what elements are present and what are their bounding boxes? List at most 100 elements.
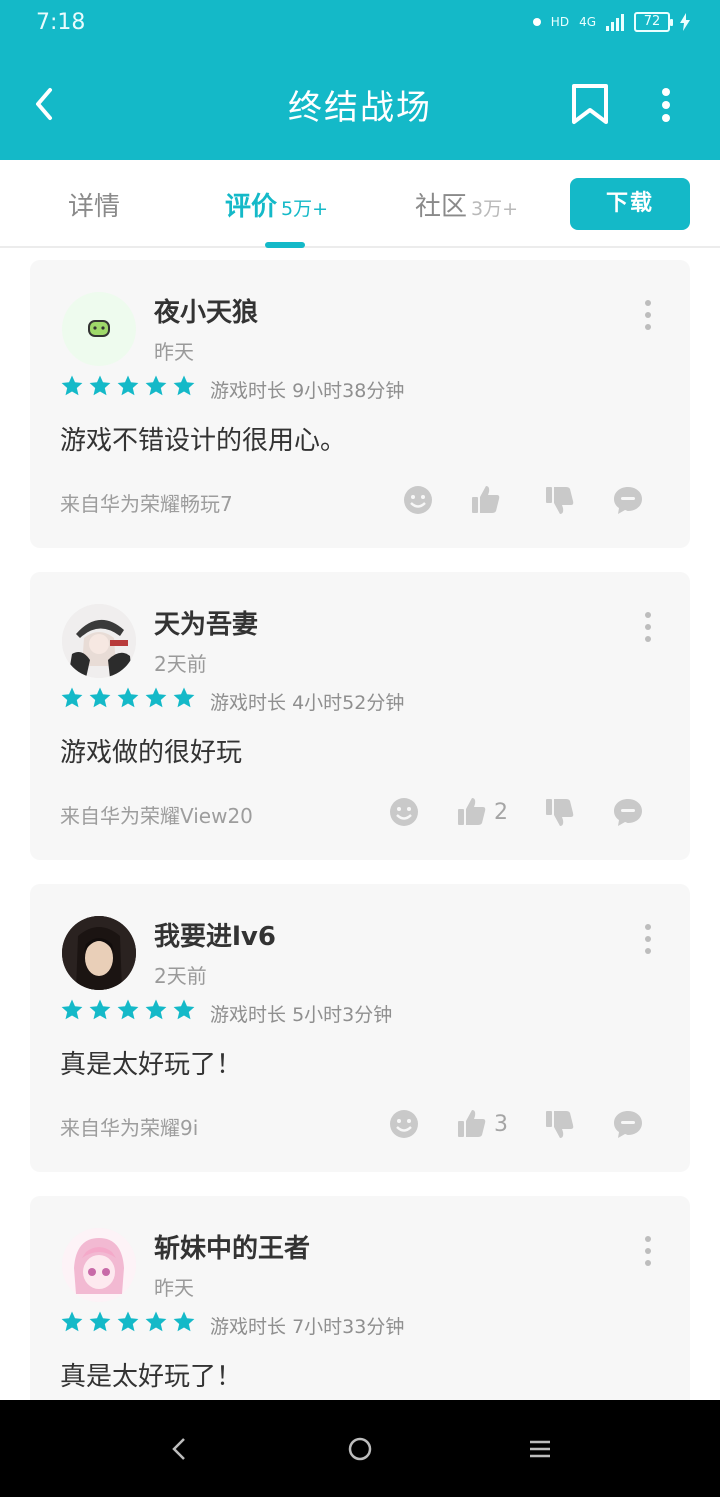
star-icon: [61, 999, 83, 1020]
react-button[interactable]: [388, 796, 420, 828]
signal-icon: [606, 13, 624, 31]
dislike-button[interactable]: [544, 796, 576, 828]
tab-reviews[interactable]: 评价 5万+: [225, 186, 328, 223]
star-icon: [173, 375, 195, 396]
playtime: 游戏时长 5小时3分钟: [210, 1000, 392, 1027]
avatar[interactable]: [62, 604, 136, 678]
username[interactable]: 我要进lv6: [154, 916, 276, 953]
playtime: 游戏时长 9小时38分钟: [210, 376, 404, 403]
comment-button[interactable]: [612, 796, 644, 828]
device-label: 来自华为荣耀畅玩7: [60, 492, 233, 516]
hd-label: HD: [550, 15, 570, 29]
like-button[interactable]: 2: [456, 796, 508, 828]
like-button[interactable]: [470, 484, 508, 516]
emoji-icon: [404, 486, 432, 514]
like-button[interactable]: 3: [456, 1108, 508, 1140]
username[interactable]: 天为吾妻: [154, 604, 258, 641]
avatar[interactable]: [62, 916, 136, 990]
star-icon: [89, 375, 111, 396]
dislike-button[interactable]: [544, 1108, 576, 1140]
tab-details[interactable]: 详情: [68, 186, 120, 223]
playtime-label: 游戏时长: [210, 1316, 287, 1338]
review-date: 昨天: [154, 340, 194, 364]
star-rating: [60, 686, 196, 710]
notification-dot-icon: [532, 18, 541, 26]
review-content: 游戏不错设计的很用心。: [60, 426, 347, 456]
react-button[interactable]: [402, 484, 434, 516]
thumb-up-icon: [458, 1110, 486, 1137]
playtime-value: 5小时3分钟: [292, 1004, 393, 1026]
more-vert-icon[interactable]: [638, 1234, 658, 1268]
username[interactable]: 夜小天狼: [154, 292, 258, 329]
tab-indicator: [265, 242, 305, 248]
bookmark-icon[interactable]: [570, 82, 610, 126]
more-vert-icon[interactable]: [652, 84, 680, 128]
nav-back-icon[interactable]: [165, 1434, 195, 1464]
review-actions: 2: [352, 796, 644, 828]
battery-icon: 72: [634, 12, 673, 32]
review-date: 昨天: [154, 1276, 194, 1300]
review-date: 2天前: [154, 964, 207, 988]
comment-icon: [614, 487, 642, 514]
network-label: 4G: [579, 15, 596, 29]
star-icon: [145, 375, 167, 396]
star-icon: [89, 999, 111, 1020]
app-bar: 7:18 HD 4G 72 终结战场: [0, 0, 720, 160]
nav-menu-icon[interactable]: [525, 1434, 555, 1464]
download-button[interactable]: 下载: [570, 178, 690, 230]
like-count: 3: [494, 1111, 508, 1137]
username[interactable]: 斩妹中的王者: [154, 1228, 310, 1265]
page-title: 终结战场: [288, 88, 432, 128]
review-actions: [366, 484, 644, 516]
device-label: 来自华为荣耀View20: [60, 804, 253, 828]
thumb-up-icon: [458, 798, 486, 825]
review-card: 夜小天狼 昨天 游戏时长 9小时38分钟 游戏不错设计的很用心。 来自华为荣耀畅…: [30, 260, 690, 548]
more-vert-icon[interactable]: [638, 922, 658, 956]
star-rating: [60, 374, 196, 398]
avatar[interactable]: [62, 1228, 136, 1302]
more-vert-icon[interactable]: [638, 298, 658, 332]
comment-icon: [614, 1111, 642, 1138]
playtime: 游戏时长 4小时52分钟: [210, 688, 404, 715]
star-icon: [117, 375, 139, 396]
playtime-label: 游戏时长: [210, 1004, 287, 1026]
dislike-button[interactable]: [544, 484, 576, 516]
react-button[interactable]: [388, 1108, 420, 1140]
star-icon: [117, 1311, 139, 1332]
comment-button[interactable]: [612, 1108, 644, 1140]
default-avatar-icon: [88, 320, 110, 337]
tab-community-count: 3万+: [471, 198, 519, 220]
tab-bar: 详情 评价 5万+ 社区 3万+ 下载: [0, 160, 720, 248]
review-content: 真是太好玩了！: [60, 1362, 243, 1392]
star-icon: [173, 999, 195, 1020]
comment-button[interactable]: [612, 484, 644, 516]
portrait-avatar-image: [62, 916, 136, 990]
review-date: 2天前: [154, 652, 207, 676]
review-list[interactable]: 夜小天狼 昨天 游戏时长 9小时38分钟 游戏不错设计的很用心。 来自华为荣耀畅…: [0, 250, 720, 1400]
tab-community-label: 社区: [415, 192, 468, 222]
tab-reviews-count: 5万+: [281, 198, 329, 220]
avatar[interactable]: [62, 292, 136, 366]
status-icons: HD 4G 72: [532, 12, 690, 32]
review-content: 游戏做的很好玩: [60, 738, 243, 768]
star-rating: [60, 998, 196, 1022]
more-vert-icon[interactable]: [638, 610, 658, 644]
charging-icon: [680, 13, 690, 31]
star-icon: [117, 999, 139, 1020]
tab-community[interactable]: 社区 3万+: [415, 186, 518, 223]
star-icon: [145, 687, 167, 708]
star-icon: [145, 999, 167, 1020]
review-card: 我要进lv6 2天前 游戏时长 5小时3分钟 真是太好玩了！ 来自华为荣耀9i …: [30, 884, 690, 1172]
thumb-up-icon: [472, 486, 500, 513]
star-icon: [61, 687, 83, 708]
playtime: 游戏时长 7小时33分钟: [210, 1312, 404, 1339]
nav-home-icon[interactable]: [345, 1434, 375, 1464]
star-icon: [89, 687, 111, 708]
emoji-icon: [390, 1110, 418, 1138]
review-card: 斩妹中的王者 昨天 游戏时长 7小时33分钟 真是太好玩了！: [30, 1196, 690, 1400]
star-icon: [145, 1311, 167, 1332]
comment-icon: [614, 799, 642, 826]
tab-details-label: 详情: [68, 192, 121, 222]
playtime-value: 4小时52分钟: [292, 692, 405, 714]
playtime-label: 游戏时长: [210, 692, 287, 714]
